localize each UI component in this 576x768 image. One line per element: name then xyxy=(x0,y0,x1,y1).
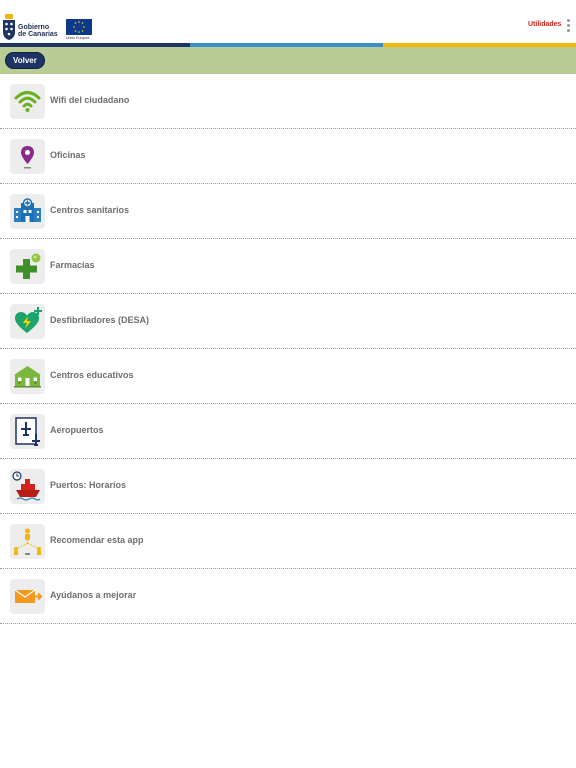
menu-item-label: Wifi del ciudadano xyxy=(50,95,130,105)
menu-item-label: Centros sanitarios xyxy=(50,205,130,215)
utilities-link[interactable]: Utilidades xyxy=(528,21,561,28)
menu-item-label: Farmacias xyxy=(50,260,95,270)
ship-clock-icon xyxy=(10,469,45,504)
back-button[interactable]: Volver xyxy=(5,52,45,69)
brand-line-2: de Canarias xyxy=(18,31,58,38)
menu-item-aeropuertos[interactable]: Aeropuertos xyxy=(0,404,576,459)
menu-item-wifi[interactable]: Wifi del ciudadano xyxy=(0,74,576,129)
wifi-icon xyxy=(10,84,45,119)
eu-caption: Unión Europea xyxy=(66,36,90,40)
menu-item-ayudanos[interactable]: Ayúdanos a mejorar xyxy=(0,569,576,624)
gobierno-canarias-logo: Gobierno de Canarias xyxy=(2,14,60,42)
menu-item-label: Desfibriladores (DESA) xyxy=(50,315,150,325)
coat-of-arms-icon xyxy=(3,14,15,40)
mail-forward-icon xyxy=(10,579,45,614)
menu-item-puertos[interactable]: Puertos: Horarios xyxy=(0,459,576,514)
more-options-icon[interactable] xyxy=(567,19,571,34)
menu-item-label: Oficinas xyxy=(50,150,86,160)
menu-item-label: Puertos: Horarios xyxy=(50,480,127,490)
pharmacy-cross-icon xyxy=(10,249,45,284)
menu-list: Wifi del ciudadano Oficinas Centros sani… xyxy=(0,74,576,624)
menu-item-centros-educativos[interactable]: Centros educativos xyxy=(0,349,576,404)
menu-item-label: Centros educativos xyxy=(50,370,134,380)
share-icon xyxy=(10,524,45,559)
menu-item-label: Ayúdanos a mejorar xyxy=(50,590,137,600)
menu-item-label: Recomendar esta app xyxy=(50,535,144,545)
school-icon xyxy=(10,359,45,394)
brand-line-1: Gobierno xyxy=(18,24,50,31)
menu-item-centros-sanitarios[interactable]: Centros sanitarios xyxy=(0,184,576,239)
location-pin-icon xyxy=(10,139,45,174)
menu-item-farmacias[interactable]: Farmacias xyxy=(0,239,576,294)
app-header: Gobierno de Canarias Unión Europea Utili… xyxy=(0,0,576,44)
hospital-icon xyxy=(10,194,45,229)
eu-flag-icon xyxy=(66,19,92,35)
menu-item-recomendar[interactable]: Recomendar esta app xyxy=(0,514,576,569)
airport-icon xyxy=(10,414,45,449)
eu-logo: Unión Europea xyxy=(66,19,92,41)
menu-item-label: Aeropuertos xyxy=(50,425,104,435)
menu-item-desfibriladores[interactable]: Desfibriladores (DESA) xyxy=(0,294,576,349)
toolbar: Volver xyxy=(0,47,576,74)
defibrillator-heart-icon xyxy=(10,304,45,339)
menu-item-oficinas[interactable]: Oficinas xyxy=(0,129,576,184)
